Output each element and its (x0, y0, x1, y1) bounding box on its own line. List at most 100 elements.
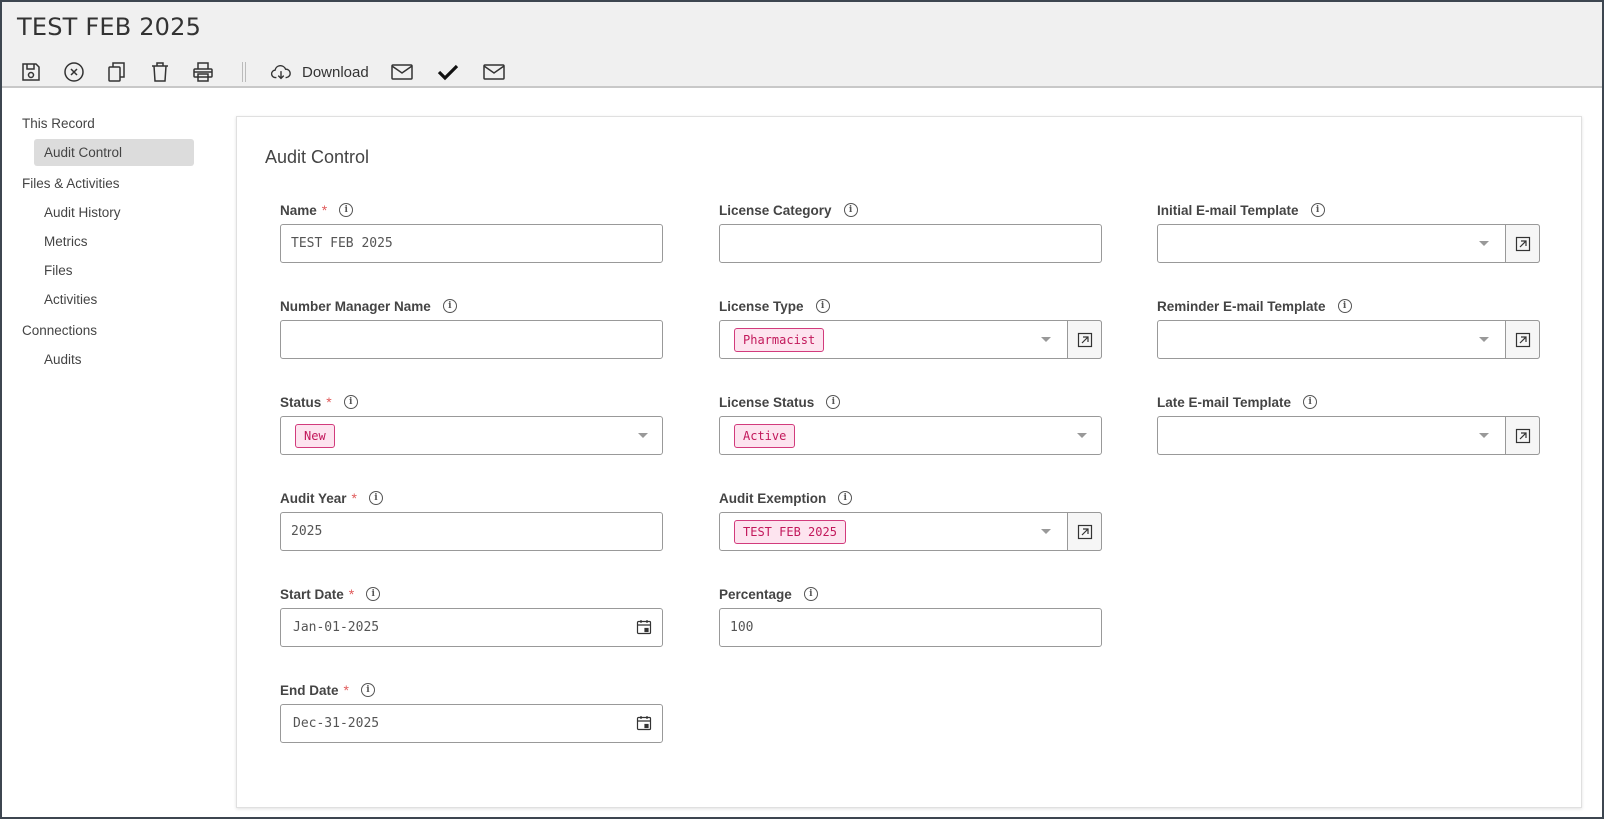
license-status-field: License Status i Active (719, 393, 1102, 455)
end-date-value: Dec-31-2025 (293, 716, 380, 731)
name-input[interactable]: TEST FEB 2025 (280, 224, 663, 263)
name-field: Name * i TEST FEB 2025 (280, 201, 663, 263)
toolbar: Download (16, 56, 509, 88)
status-tag: New (295, 423, 335, 448)
info-icon[interactable]: i (843, 203, 858, 217)
sidebar-item-files[interactable]: Files (34, 257, 194, 284)
open-link-icon[interactable] (1067, 512, 1102, 551)
info-icon[interactable]: i (368, 491, 383, 505)
chevron-down-icon (1479, 337, 1489, 342)
chevron-down-icon (1077, 433, 1087, 438)
info-icon[interactable]: i (815, 299, 830, 313)
open-link-icon[interactable] (1067, 320, 1102, 359)
audit-control-panel: Audit Control Name * i TEST FEB 2025 Numbe… (236, 116, 1582, 808)
info-icon[interactable]: i (343, 395, 358, 409)
audit-exemption-select[interactable]: TEST FEB 2025 (719, 512, 1102, 551)
audit-exemption-tag: TEST FEB 2025 (734, 519, 846, 544)
chevron-down-icon (1479, 241, 1489, 246)
info-icon[interactable]: i (339, 203, 354, 217)
calendar-icon[interactable] (636, 619, 652, 635)
sidebar-group-this-record: This Record (22, 116, 95, 131)
license-category-label: License Category (719, 202, 832, 218)
copy-icon[interactable] (102, 57, 132, 87)
percentage-label: Percentage (719, 586, 792, 602)
percentage-field: Percentage i 100 (719, 585, 1102, 647)
info-icon[interactable]: i (803, 587, 818, 601)
info-icon[interactable]: i (1303, 395, 1318, 409)
record-header: TEST FEB 2025 Download (2, 2, 1602, 88)
start-date-input[interactable]: Jan-01-2025 (280, 608, 663, 647)
required-marker: * (351, 490, 357, 506)
download-button[interactable]: Download (270, 61, 369, 83)
trash-icon[interactable] (145, 57, 175, 87)
info-icon[interactable]: i (1310, 203, 1325, 217)
required-marker: * (321, 202, 328, 218)
license-status-label: License Status (719, 394, 815, 410)
late-template-select[interactable] (1157, 416, 1540, 455)
info-icon[interactable]: i (360, 683, 375, 697)
initial-template-field: Initial E-mail Template i (1157, 201, 1540, 263)
check-icon[interactable] (433, 57, 463, 87)
reminder-template-field: Reminder E-mail Template i (1157, 297, 1540, 359)
open-link-icon[interactable] (1505, 320, 1540, 359)
info-icon[interactable]: i (838, 491, 853, 505)
cloud-download-icon (270, 65, 291, 80)
mail-icon[interactable] (479, 57, 509, 87)
chevron-down-icon (1479, 433, 1489, 438)
reminder-template-select[interactable] (1157, 320, 1540, 359)
save-icon[interactable] (16, 57, 46, 87)
status-select[interactable]: New (280, 416, 663, 455)
calendar-icon[interactable] (636, 715, 652, 731)
end-date-input[interactable]: Dec-31-2025 (280, 704, 663, 743)
toolbar-separator (242, 62, 246, 82)
required-marker: * (348, 586, 355, 602)
info-icon[interactable]: i (1337, 299, 1352, 313)
audit-year-label: Audit Year (280, 490, 347, 506)
status-field: Status * i New (280, 393, 663, 455)
sidebar: This Record Audit Control Files & Activi… (2, 110, 212, 375)
license-category-input[interactable] (719, 224, 1102, 263)
open-link-icon[interactable] (1505, 224, 1540, 263)
name-label: Name (280, 202, 317, 218)
required-marker: * (326, 394, 332, 410)
audit-year-input[interactable]: 2025 (280, 512, 663, 551)
sidebar-item-metrics[interactable]: Metrics (34, 228, 194, 255)
percentage-input[interactable]: 100 (719, 608, 1102, 647)
sidebar-group-connections: Connections (22, 323, 98, 338)
start-date-label: Start Date (280, 586, 344, 602)
close-circle-icon[interactable] (59, 57, 89, 87)
chevron-down-icon (1041, 529, 1051, 534)
audit-exemption-label: Audit Exemption (719, 490, 827, 506)
start-date-field: Start Date * i Jan-01-2025 (280, 585, 663, 647)
download-label: Download (302, 63, 369, 81)
info-icon[interactable]: i (826, 395, 841, 409)
license-type-field: License Type i Pharmacist (719, 297, 1102, 359)
open-link-icon[interactable] (1505, 416, 1540, 455)
sidebar-item-audit-history[interactable]: Audit History (34, 199, 194, 226)
chevron-down-icon (638, 433, 648, 438)
initial-template-select[interactable] (1157, 224, 1540, 263)
sidebar-item-audits[interactable]: Audits (34, 346, 194, 373)
number-manager-input[interactable] (280, 320, 663, 359)
mail-icon[interactable] (387, 57, 417, 87)
sidebar-group-files-activities: Files & Activities (22, 176, 120, 191)
info-icon[interactable]: i (366, 587, 381, 601)
number-manager-field: Number Manager Name i (280, 297, 663, 359)
license-category-field: License Category i (719, 201, 1102, 263)
sidebar-item-audit-control[interactable]: Audit Control (34, 139, 194, 166)
license-status-select[interactable]: Active (719, 416, 1102, 455)
end-date-label: End Date (280, 682, 339, 698)
print-icon[interactable] (188, 57, 218, 87)
info-icon[interactable]: i (442, 299, 457, 313)
start-date-value: Jan-01-2025 (293, 620, 380, 635)
sidebar-item-activities[interactable]: Activities (34, 286, 194, 313)
required-marker: * (343, 682, 349, 698)
section-title: Audit Control (265, 147, 370, 167)
number-manager-label: Number Manager Name (280, 298, 431, 314)
license-type-tag: Pharmacist (734, 327, 825, 352)
page-title: TEST FEB 2025 (17, 13, 202, 41)
late-template-label: Late E-mail Template (1157, 394, 1292, 410)
reminder-template-label: Reminder E-mail Template (1157, 298, 1326, 314)
license-type-select[interactable]: Pharmacist (719, 320, 1102, 359)
license-status-tag: Active (734, 423, 796, 448)
